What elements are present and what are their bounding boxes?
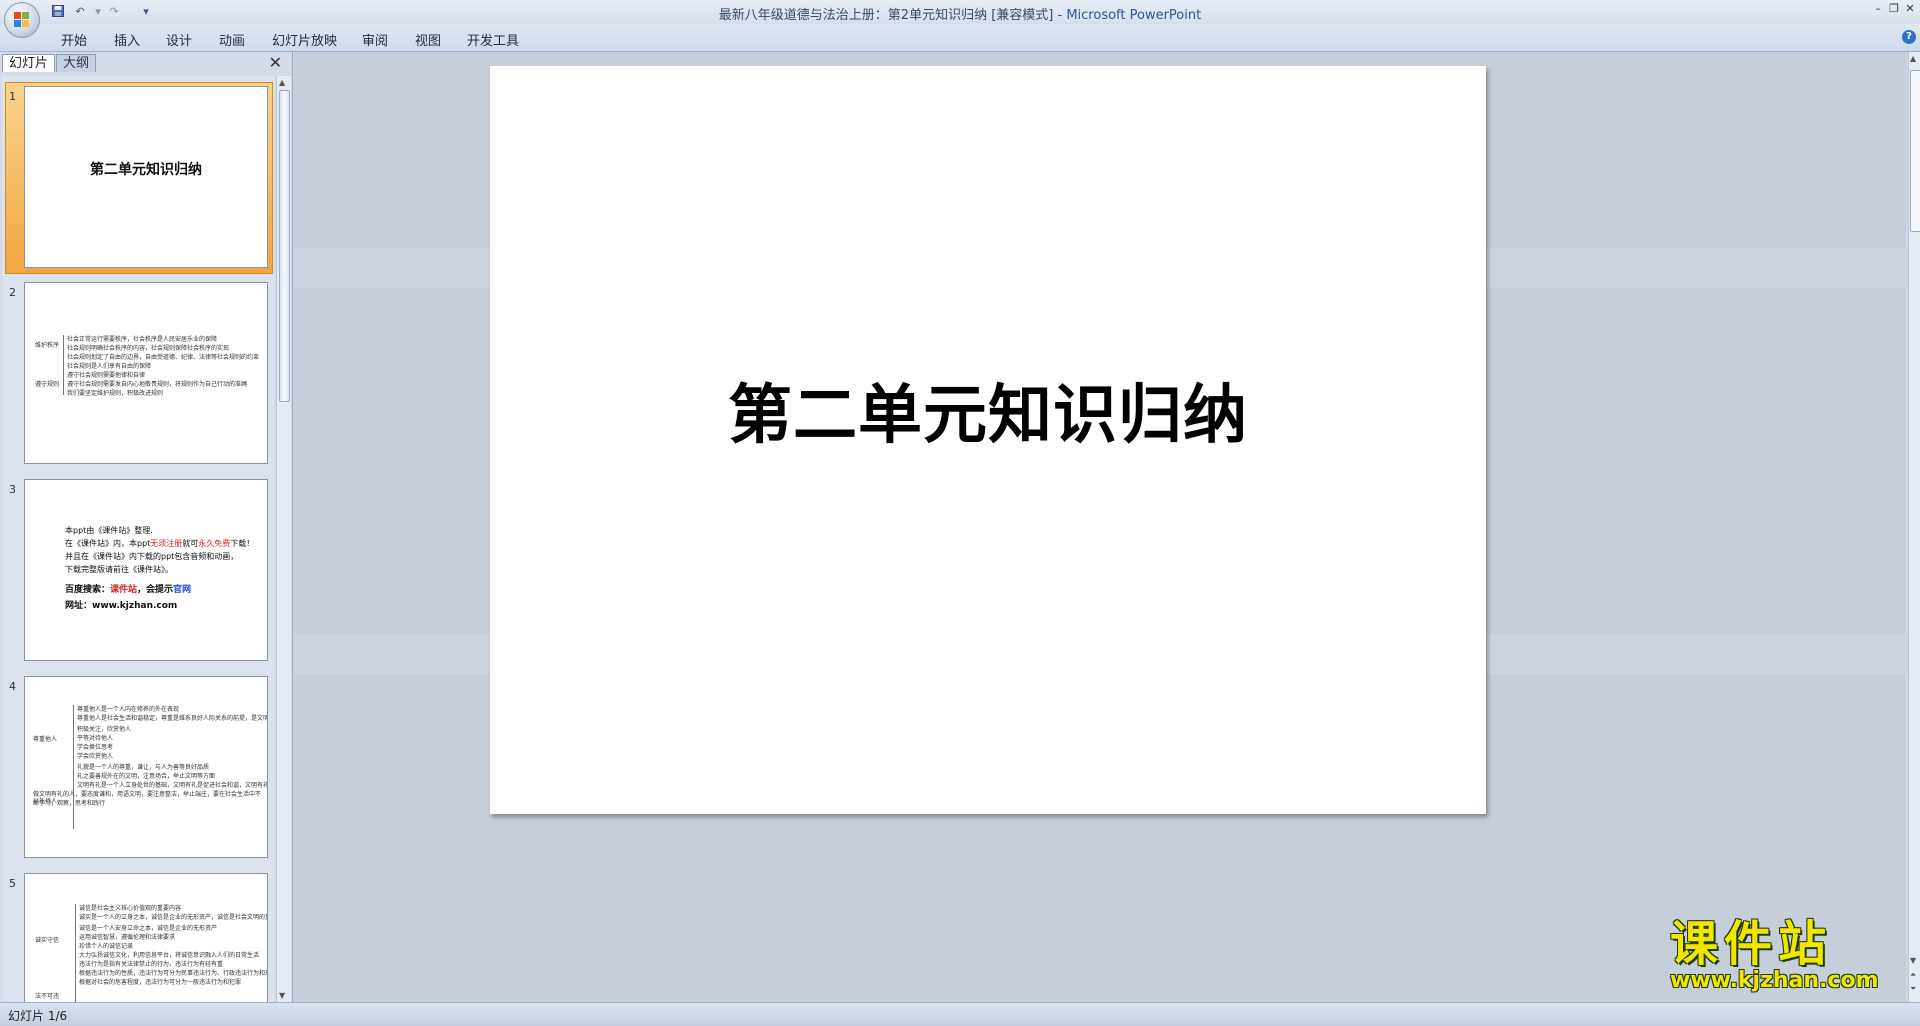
bracket-line [63, 335, 65, 395]
thumbnail-text: 遵守社会规则需要发自内心地敬畏规则，将规则作为自己行动的准绳 [67, 381, 248, 388]
tab-design[interactable]: 设计 [166, 30, 192, 49]
tab-review[interactable]: 审阅 [362, 30, 388, 49]
slide-number: 4 [9, 680, 16, 693]
thumbnail-text: 积极关注，欣赏他人 [77, 726, 132, 733]
thumbnail-text: 珍惜个人的诚信记录 [79, 943, 134, 950]
thumbnail-text: 文明有礼是一个人立身处世的基础，文明有礼是促进社会和谐，文明有礼体现国家形象 [77, 782, 267, 789]
thumbnail-group: 遵守规则 [35, 381, 60, 388]
ribbon-tab-bar: 开始 插入 设计 动画 幻灯片放映 审阅 视图 开发工具 ? [0, 24, 1920, 52]
thumbnail-text: 学会欣赏他人 [77, 753, 114, 760]
notice-line: 下载完整版请前往《课件站》。 [65, 565, 173, 574]
next-slide-icon[interactable]: ⏷ [1910, 984, 1916, 994]
slides-panel: 幻灯片 大纲 ✕ 1 第二单元知识归纳 2 维护秩序 遵守规则 社会正常运行需要… [0, 52, 293, 1002]
thumbnail-text: 违法行为是指有关法律禁止的行为，违法行为有轻有重 [79, 961, 224, 968]
slide-title[interactable]: 第二单元知识归纳 [490, 364, 1486, 456]
thumbnail-group: 法不可违 [35, 993, 60, 1000]
slide-thumbnail-list: 1 第二单元知识归纳 2 维护秩序 遵守规则 社会正常运行需要秩序，社会秩序是人… [2, 76, 274, 1002]
slide-number: 5 [9, 877, 16, 890]
thumbnail-scrollbar[interactable]: ▲ ▼ [276, 76, 291, 1002]
watermark-text: 课件站 [1670, 916, 1833, 972]
title-bar: ↶ ▾ ↷ ▾ 最新八年级道德与法治上册：第2单元知识归纳 [兼容模式] - M… [0, 0, 1920, 24]
document-title: 最新八年级道德与法治上册：第2单元知识归纳 [兼容模式] [718, 8, 1054, 23]
thumbnail-text: 学会换位思考 [77, 744, 114, 751]
thumbnail-title: 第二单元知识归纳 [90, 162, 202, 178]
thumbnail-text: 根据违法行为的性质，违法行为可分为民事违法行为、行政违法行为和刑事违法行为 [79, 970, 267, 977]
thumbnail-text: 遵守社会规则需要他律和自律 [67, 372, 146, 379]
slide-thumbnail-4[interactable]: 尊重他人 以礼待人 尊重他人是一个人内在修养的外在表现 尊重他人是社会生活和谐稳… [24, 676, 268, 858]
app-name: Microsoft PowerPoint [1066, 8, 1202, 23]
thumbnail-text: 平等对待他人 [77, 735, 114, 742]
notice-line: 本ppt由《课件站》整理. [65, 526, 153, 535]
slide-thumbnail-1[interactable]: 第二单元知识归纳 [24, 86, 268, 268]
tab-outline[interactable]: 大纲 [56, 54, 97, 72]
thumbnail-text: 尊重他人是一个人内在修养的外在表现 [77, 706, 180, 713]
scroll-down-icon[interactable]: ▼ [279, 991, 285, 1000]
status-bar: 幻灯片 1/6 [0, 1002, 1920, 1026]
help-icon[interactable]: ? [1902, 30, 1916, 44]
watermark-url: www.kjzhan.com [1670, 968, 1879, 993]
tab-insert[interactable]: 插入 [114, 30, 140, 49]
thumbnail-notice: 本ppt由《课件站》整理. 在《课件站》内，本ppt无须注册就可永久免费下载！ … [65, 524, 254, 613]
scrollbar-thumb[interactable] [279, 90, 290, 402]
bracket-line [73, 705, 75, 829]
window-title: 最新八年级道德与法治上册：第2单元知识归纳 [兼容模式] - Microsoft… [718, 8, 1202, 23]
tab-slideshow[interactable]: 幻灯片放映 [272, 30, 337, 49]
notice-search: 百度搜索：课件站，会提示官网 [65, 585, 192, 595]
notice-url: 网址：www.kjzhan.com [65, 601, 178, 611]
thumbnail-text: 社会规则是人们享有自由的保障 [67, 363, 152, 370]
slide-editor: 第二单元知识归纳 [294, 52, 1906, 1002]
tab-view[interactable]: 视图 [415, 30, 441, 49]
thumbnail-text: 礼之要善规外在的文明，注意场合，举止文明等方面 [77, 773, 216, 780]
minimize-icon[interactable]: – [1870, 2, 1886, 15]
slide-counter: 幻灯片 1/6 [8, 1009, 68, 1023]
notice-line: 并且在《课件站》内下载的ppt包含音频和动画， [65, 552, 239, 561]
slide-thumbnail-5[interactable]: 诚实守信 法不可违 诚信是社会主义核心价值观的重要内容 诚实是一个人的立身之本，… [24, 873, 268, 1002]
thumbnail-text: 社会正常运行需要秩序，社会秩序是人民安居乐业的保障 [67, 336, 218, 343]
slide-number: 1 [9, 90, 16, 103]
office-logo-icon [14, 12, 30, 28]
thumbnail-text: 礼貌是一个人的尊重，谦让，与人为善等良好品质 [77, 764, 210, 771]
thumbnail-text: 诚信是一个人安身立命之本，诚信是企业的无形资产 [79, 925, 218, 932]
close-window-icon[interactable]: ✕ [1902, 2, 1918, 15]
thumbnail-text: 做文明有礼的人，要态度谦和，用语文明，要注意整洁，举止端庄，要在社会生活中不断学… [33, 791, 262, 807]
thumbnail-text: 诚信是社会主义核心价值观的重要内容 [79, 905, 182, 912]
notice-line: 在《课件站》内，本ppt无须注册就可永久免费下载！ [65, 539, 255, 548]
tab-slides[interactable]: 幻灯片 [2, 54, 56, 72]
thumbnail-text: 我们要坚定维护规则，积极改进规则 [67, 390, 164, 397]
thumbnail-text: 社会规则划定了自由的边界，自由受道德、纪律、法律等社会规则的约束 [67, 354, 260, 361]
bracket-line [75, 904, 77, 1002]
editor-scrollbar[interactable]: ▲ ▼ ⏶ ⏷ [1908, 52, 1920, 1002]
thumbnail-text: 尊重他人是社会生活和谐稳定，尊重是维系良好人际关系的前提，是文明社会的重要特征 [77, 715, 267, 722]
slide-number: 3 [9, 483, 16, 496]
scroll-down-icon[interactable]: ▼ [1910, 956, 1916, 965]
scroll-up-icon[interactable]: ▲ [1910, 54, 1916, 63]
thumbnail-group: 尊重他人 [33, 736, 58, 743]
slide-number: 2 [9, 286, 16, 299]
scrollbar-thumb[interactable] [1910, 70, 1920, 232]
thumbnail-group: 诚实守信 [35, 937, 60, 944]
office-button[interactable] [4, 2, 40, 38]
previous-slide-icon[interactable]: ⏶ [1910, 970, 1916, 980]
thumbnail-text: 社会规则明确社会秩序的内容，社会规则保障社会秩序的实现 [67, 345, 230, 352]
tab-animations[interactable]: 动画 [219, 30, 245, 49]
thumbnail-text: 诚实是一个人的立身之本，诚信是企业的无形资产，诚信是社会文明的重要标志 [79, 914, 267, 921]
thumbnail-group: 维护秩序 [35, 342, 60, 349]
slide-thumbnail-3[interactable]: 本ppt由《课件站》整理. 在《课件站》内，本ppt无须注册就可永久免费下载！ … [24, 479, 268, 661]
thumbnail-text: 运用诚信智慧，遵循伦理和法律要求 [79, 934, 176, 941]
tab-developer[interactable]: 开发工具 [467, 30, 519, 49]
restore-icon[interactable]: ❐ [1886, 2, 1902, 15]
current-slide[interactable]: 第二单元知识归纳 [490, 66, 1486, 814]
watermark-logo: 课件站 www.kjzhan.com [1670, 918, 1900, 1008]
thumbnail-text: 大力弘扬诚信文化，利用信息平台，将诚信意识融入人们的日常生活 [79, 952, 260, 959]
close-panel-icon[interactable]: ✕ [269, 53, 282, 72]
thumbnail-text: 根据对社会的危害程度，违法行为可分为一般违法行为和犯罪 [79, 979, 242, 986]
slide-thumbnail-2[interactable]: 维护秩序 遵守规则 社会正常运行需要秩序，社会秩序是人民安居乐业的保障 社会规则… [24, 282, 268, 464]
scroll-up-icon[interactable]: ▲ [279, 78, 285, 87]
tab-home[interactable]: 开始 [61, 30, 87, 49]
